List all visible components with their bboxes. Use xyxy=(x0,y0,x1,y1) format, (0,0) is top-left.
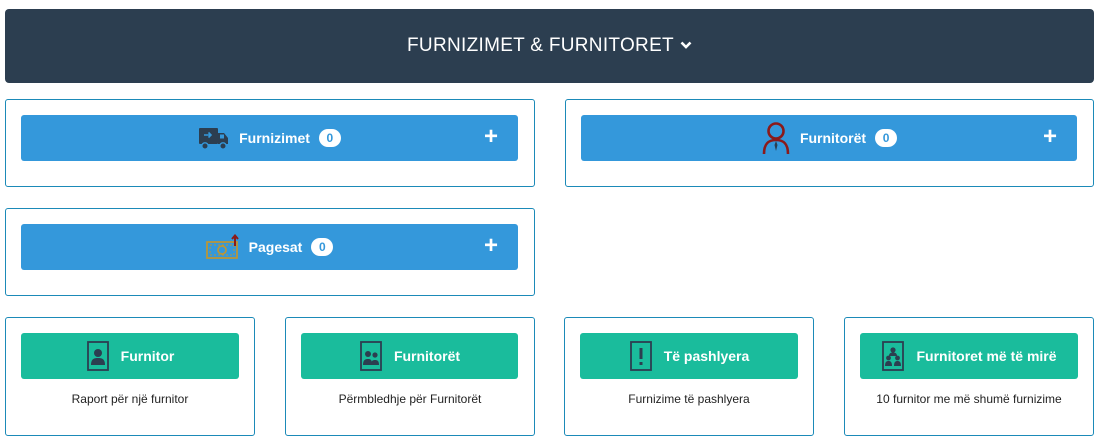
person-icon xyxy=(761,121,791,155)
section-title: FURNIZIMET & FURNITORET xyxy=(407,35,674,56)
furnitoret-panel: Furnitorët 0 + xyxy=(565,99,1094,187)
report-furnitoret-button[interactable]: Furnitorët xyxy=(301,333,518,379)
pagesat-count-badge: 0 xyxy=(311,238,334,256)
report-top-furnitoret-button[interactable]: Furnitoret më të mirë xyxy=(860,333,1078,379)
furnizimet-panel: Furnizimet 0 + xyxy=(5,99,535,187)
report-card-furnitoret: Furnitorët Përmbledhje për Furnitorët xyxy=(285,317,535,436)
user-document-icon xyxy=(86,341,110,371)
truck-icon xyxy=(198,125,230,151)
add-furnizim-plus-icon[interactable]: + xyxy=(484,124,498,150)
payment-icon xyxy=(205,234,240,260)
report-pashlyera-caption: Furnizime të pashlyera xyxy=(628,392,750,406)
users-document-icon xyxy=(359,341,383,371)
report-furnitor-caption: Raport për një furnitor xyxy=(71,392,189,406)
pagesat-panel: Pagesat 0 + xyxy=(5,208,535,296)
report-furnitoret-label: Furnitorët xyxy=(393,348,461,364)
report-card-furnitor: Furnitor Raport për një furnitor xyxy=(5,317,255,436)
exclamation-document-icon xyxy=(629,341,653,371)
add-pagese-plus-icon[interactable]: + xyxy=(484,233,498,259)
report-furnitoret-caption: Përmbledhje për Furnitorët xyxy=(338,392,482,406)
section-header[interactable]: FURNIZIMET & FURNITORET xyxy=(5,9,1094,83)
chevron-down-icon xyxy=(680,40,692,50)
report-pashlyera-label: Të pashlyera xyxy=(663,348,750,364)
furnizimet-count-badge: 0 xyxy=(318,129,341,147)
furnitoret-button[interactable]: Furnitorët 0 + xyxy=(581,115,1077,161)
pagesat-button[interactable]: Pagesat 0 + xyxy=(21,224,518,270)
top-users-document-icon xyxy=(881,341,905,371)
furnizimet-button[interactable]: Furnizimet 0 + xyxy=(21,115,518,161)
add-furnitor-plus-icon[interactable]: + xyxy=(1043,124,1057,150)
furnizimet-label: Furnizimet xyxy=(239,130,310,146)
report-top-furnitoret-caption: 10 furnitor me më shumë furnizime xyxy=(876,392,1062,406)
report-furnitor-label: Furnitor xyxy=(120,348,175,364)
report-card-pashlyera: Të pashlyera Furnizime të pashlyera xyxy=(564,317,814,436)
pagesat-label: Pagesat xyxy=(248,239,303,255)
report-pashlyera-button[interactable]: Të pashlyera xyxy=(580,333,798,379)
report-top-furnitoret-label: Furnitoret më të mirë xyxy=(916,348,1057,364)
furnitoret-count-badge: 0 xyxy=(875,129,898,147)
furnitoret-label: Furnitorët xyxy=(799,130,867,146)
report-card-top-furnitoret: Furnitoret më të mirë 10 furnitor me më … xyxy=(844,317,1094,436)
report-furnitor-button[interactable]: Furnitor xyxy=(21,333,239,379)
